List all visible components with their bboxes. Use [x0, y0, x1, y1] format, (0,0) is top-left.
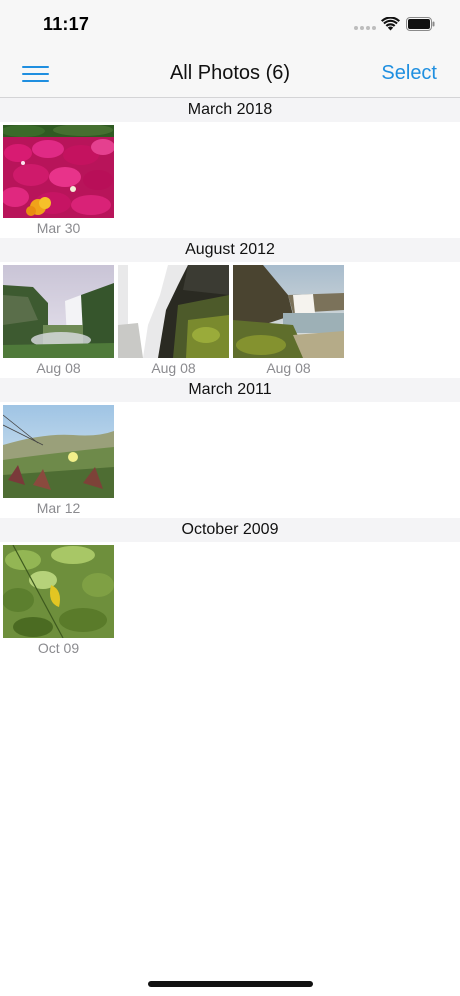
photo-cell[interactable]: Mar 12: [3, 405, 114, 518]
photo-thumbnail-leaves[interactable]: [3, 545, 114, 638]
section-header-march-2018: March 2018: [0, 98, 460, 122]
section-header-march-2011: March 2011: [0, 378, 460, 402]
photo-grid: Mar 30: [0, 122, 460, 238]
navigation-bar: All Photos (6) Select: [0, 50, 460, 98]
photo-cell[interactable]: Aug 08: [118, 265, 229, 378]
status-time: 11:17: [43, 14, 90, 34]
photo-date: Aug 08: [36, 360, 81, 376]
cellular-signal-icon: [354, 26, 376, 30]
status-bar: 11:17: [0, 0, 460, 50]
photo-grid: Oct 09: [0, 542, 460, 658]
photo-date: Mar 12: [36, 500, 81, 516]
home-indicator[interactable]: [148, 981, 313, 987]
photo-date: Aug 08: [151, 360, 196, 376]
photo-thumbnail-dunes[interactable]: [3, 405, 114, 498]
wifi-icon: [381, 17, 400, 31]
photo-grid: Mar 12: [0, 402, 460, 518]
section-header-august-2012: August 2012: [0, 238, 460, 262]
photo-thumbnail-waterfall[interactable]: [233, 265, 344, 358]
photo-cell[interactable]: Aug 08: [3, 265, 114, 378]
select-button[interactable]: Select: [381, 62, 437, 85]
battery-icon: [406, 17, 435, 31]
photo-thumbnail-flowers[interactable]: [3, 125, 114, 218]
photo-thumbnail-waterfall[interactable]: [118, 265, 229, 358]
photo-grid: Aug 08 Aug 08 Aug 08: [0, 262, 460, 378]
photo-cell[interactable]: Oct 09: [3, 545, 114, 658]
photo-date: Mar 30: [36, 220, 81, 236]
photo-date: Oct 09: [37, 640, 80, 656]
photo-list: March 2018 Mar 30 August 2012 Aug 08 Aug…: [0, 98, 460, 658]
photo-date: Aug 08: [266, 360, 311, 376]
photo-cell[interactable]: Mar 30: [3, 125, 114, 238]
photo-thumbnail-waterfall[interactable]: [3, 265, 114, 358]
section-header-october-2009: October 2009: [0, 518, 460, 542]
photo-cell[interactable]: Aug 08: [233, 265, 344, 378]
photos-screen: 11:17 All Photos (6) Select March 2018 M…: [0, 0, 460, 996]
